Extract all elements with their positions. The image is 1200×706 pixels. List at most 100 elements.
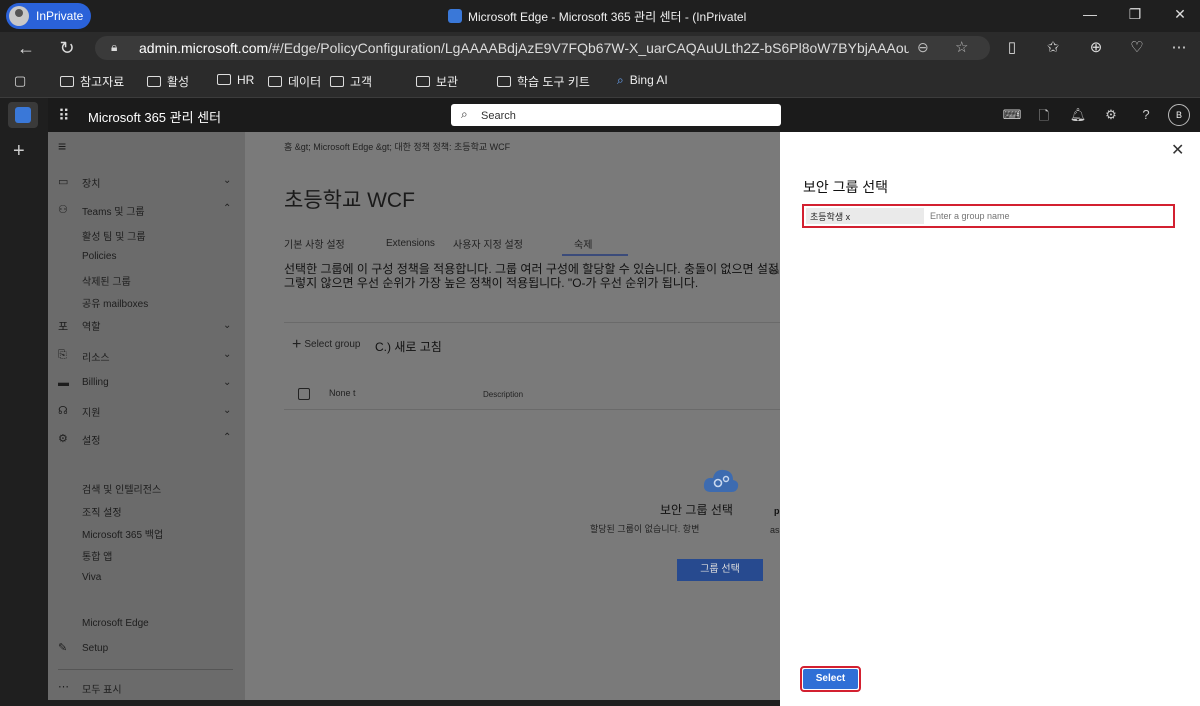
chevron-up-icon[interactable]: ⌃ xyxy=(223,203,231,214)
gear-icon[interactable]: ⚙ xyxy=(1101,107,1121,123)
resources-icon: ⎘ xyxy=(58,349,67,361)
chevron-down-icon[interactable]: ⌄ xyxy=(223,377,231,388)
nav-settings[interactable]: 설정 xyxy=(82,432,100,447)
nav-setup[interactable]: Setup xyxy=(82,643,108,654)
m365-title[interactable]: Microsoft 365 관리 센터 xyxy=(88,107,221,126)
close-icon[interactable]: ✕ xyxy=(1171,140,1184,160)
teams-icon: ⚇ xyxy=(58,204,68,216)
zoom-icon[interactable]: ⊖ xyxy=(917,39,929,56)
group-name-input[interactable] xyxy=(930,209,1166,223)
more-menu-icon[interactable]: ⋯ xyxy=(1168,38,1190,56)
bell-icon[interactable]: 🔔︎ xyxy=(1068,107,1088,123)
select-groups-button[interactable]: 그룹 선택 xyxy=(677,559,763,581)
active-tab-underline xyxy=(562,254,628,256)
chevron-down-icon[interactable]: ⌄ xyxy=(223,175,231,186)
nav-support[interactable]: 지원 xyxy=(82,404,100,419)
nav-active-teams[interactable]: 활성 팀 및 그룹 xyxy=(82,228,146,243)
empty-state-subtitle: 할당된 그룹이 없습니다. 항변 xyxy=(590,524,700,534)
nav-show-all[interactable]: 모두 표시 xyxy=(82,681,122,696)
folder-icon xyxy=(60,76,74,87)
vertical-tab-strip xyxy=(0,98,46,706)
favorites-icon[interactable]: ✩ xyxy=(1042,38,1064,56)
nav-search-intelligence[interactable]: 검색 및 인텔리전스 xyxy=(82,481,161,496)
search-input[interactable]: ⌕ Search xyxy=(451,104,781,126)
new-tab-icon[interactable]: + xyxy=(13,140,25,163)
help-icon[interactable]: ? xyxy=(1136,107,1156,122)
breadcrumb[interactable]: 홈 &gt; Microsoft Edge &gt; 대한 정책 정책: 초등학… xyxy=(284,140,510,153)
minimize-icon[interactable]: — xyxy=(1080,6,1100,22)
nav-deleted-groups[interactable]: 삭제된 그룹 xyxy=(82,273,131,288)
column-header-description[interactable]: Description xyxy=(483,390,523,399)
favorite-folder[interactable]: 데이터 xyxy=(268,73,321,90)
favorite-star-icon[interactable]: ☆ xyxy=(955,38,968,56)
folder-icon xyxy=(330,76,344,87)
nav-billing[interactable]: Billing xyxy=(82,377,109,388)
lock-icon: 🔒︎ xyxy=(111,40,118,54)
nav-devices[interactable]: 장치 xyxy=(82,175,100,190)
document-icon[interactable]: 🗋︎ xyxy=(1034,107,1054,129)
favorite-folder[interactable]: 고객 xyxy=(330,73,372,90)
select-group-button[interactable]: + Select group xyxy=(292,336,361,354)
tab-extensions[interactable]: Extensions xyxy=(386,238,435,249)
favorite-link[interactable]: ⌕ Bing AI xyxy=(617,73,668,88)
learning-toolkit-icon xyxy=(497,76,511,87)
folder-icon xyxy=(416,76,430,87)
select-all-checkbox[interactable] xyxy=(298,388,310,400)
chevron-down-icon[interactable]: ⌄ xyxy=(223,405,231,416)
device-icon: ▭ xyxy=(58,176,69,188)
refresh-icon[interactable]: ↻ xyxy=(57,38,77,59)
tab-assignments[interactable]: 숙제 xyxy=(574,236,592,251)
favorite-label: 활성 xyxy=(167,75,190,89)
roles-icon: 포 xyxy=(58,321,69,333)
favorite-folder[interactable]: HR xyxy=(217,73,254,87)
app-launcher-icon[interactable]: ⠿ xyxy=(58,106,70,126)
select-button[interactable]: Select xyxy=(803,669,858,689)
nav-org-settings[interactable]: 조직 설정 xyxy=(82,504,122,519)
nav-policies[interactable]: Policies xyxy=(82,251,116,262)
folder-icon xyxy=(147,76,161,87)
nav-m365-backup[interactable]: Microsoft 365 백업 xyxy=(82,526,163,541)
split-screen-icon[interactable]: ▯ xyxy=(1001,38,1023,56)
nav-resources[interactable]: 리소스 xyxy=(82,349,110,364)
column-header-name[interactable]: None t xyxy=(329,388,356,398)
search-placeholder: Search xyxy=(481,110,516,122)
back-arrow-icon[interactable]: ← xyxy=(16,38,36,59)
window-title-text: Microsoft Edge - Microsoft 365 관리 센터 - (… xyxy=(468,10,747,24)
restore-icon[interactable]: ❐ xyxy=(1125,6,1145,23)
inprivate-profile-button[interactable]: InPrivate xyxy=(6,3,91,29)
admin-tab-icon xyxy=(15,107,31,123)
tab-custom-settings[interactable]: 사용자 지정 설정 xyxy=(453,236,523,251)
collections-icon[interactable]: ⊕ xyxy=(1085,38,1107,56)
favorite-label: 데이터 xyxy=(288,75,322,89)
folder-icon xyxy=(268,76,282,87)
profile-avatar-icon xyxy=(9,6,29,26)
tab-actions-icon[interactable]: ▢ xyxy=(14,73,26,89)
favorite-label: 참고자료 xyxy=(80,75,125,89)
nav-integrated-apps[interactable]: 통합 앱 xyxy=(82,548,112,563)
favorite-folder[interactable]: 참고자료 xyxy=(60,73,124,90)
nav-viva[interactable]: Viva xyxy=(82,572,101,583)
nav-roles[interactable]: 역할 xyxy=(82,318,100,333)
tab-basics[interactable]: 기본 사항 설정 xyxy=(284,236,345,251)
refresh-button[interactable]: C.) 새로 고침 xyxy=(375,338,442,355)
nav-shared-mailboxes[interactable]: 공유 mailboxes xyxy=(82,295,148,310)
terminal-icon[interactable]: ⌨ xyxy=(1002,107,1022,123)
browser-essentials-icon[interactable]: ♡ xyxy=(1126,38,1148,56)
search-icon: ⌕ xyxy=(461,107,468,121)
avatar[interactable]: B xyxy=(1168,104,1190,126)
chevron-down-icon[interactable]: ⌄ xyxy=(223,320,231,331)
chevron-down-icon[interactable]: ⌄ xyxy=(223,349,231,360)
selected-group-chip[interactable]: 초등학생 x xyxy=(806,208,924,224)
setup-icon: ✎ xyxy=(58,642,68,654)
favorite-label: HR xyxy=(237,73,255,87)
url-field[interactable]: 🔒︎ admin.microsoft.com/#/Edge/PolicyConf… xyxy=(95,36,990,60)
favorite-folder[interactable]: 활성 xyxy=(147,73,189,90)
favorite-link[interactable]: 학습 도구 키트 xyxy=(497,73,590,90)
chevron-up-icon[interactable]: ⌃ xyxy=(223,432,231,443)
favorite-folder[interactable]: 보관 xyxy=(416,73,458,90)
hamburger-icon[interactable]: ≡ xyxy=(58,138,66,154)
close-window-icon[interactable]: ✕ xyxy=(1170,6,1190,23)
nav-teams-groups[interactable]: Teams 및 그룹 xyxy=(82,203,145,218)
active-tab[interactable] xyxy=(8,102,38,128)
nav-microsoft-edge[interactable]: Microsoft Edge xyxy=(82,618,149,629)
